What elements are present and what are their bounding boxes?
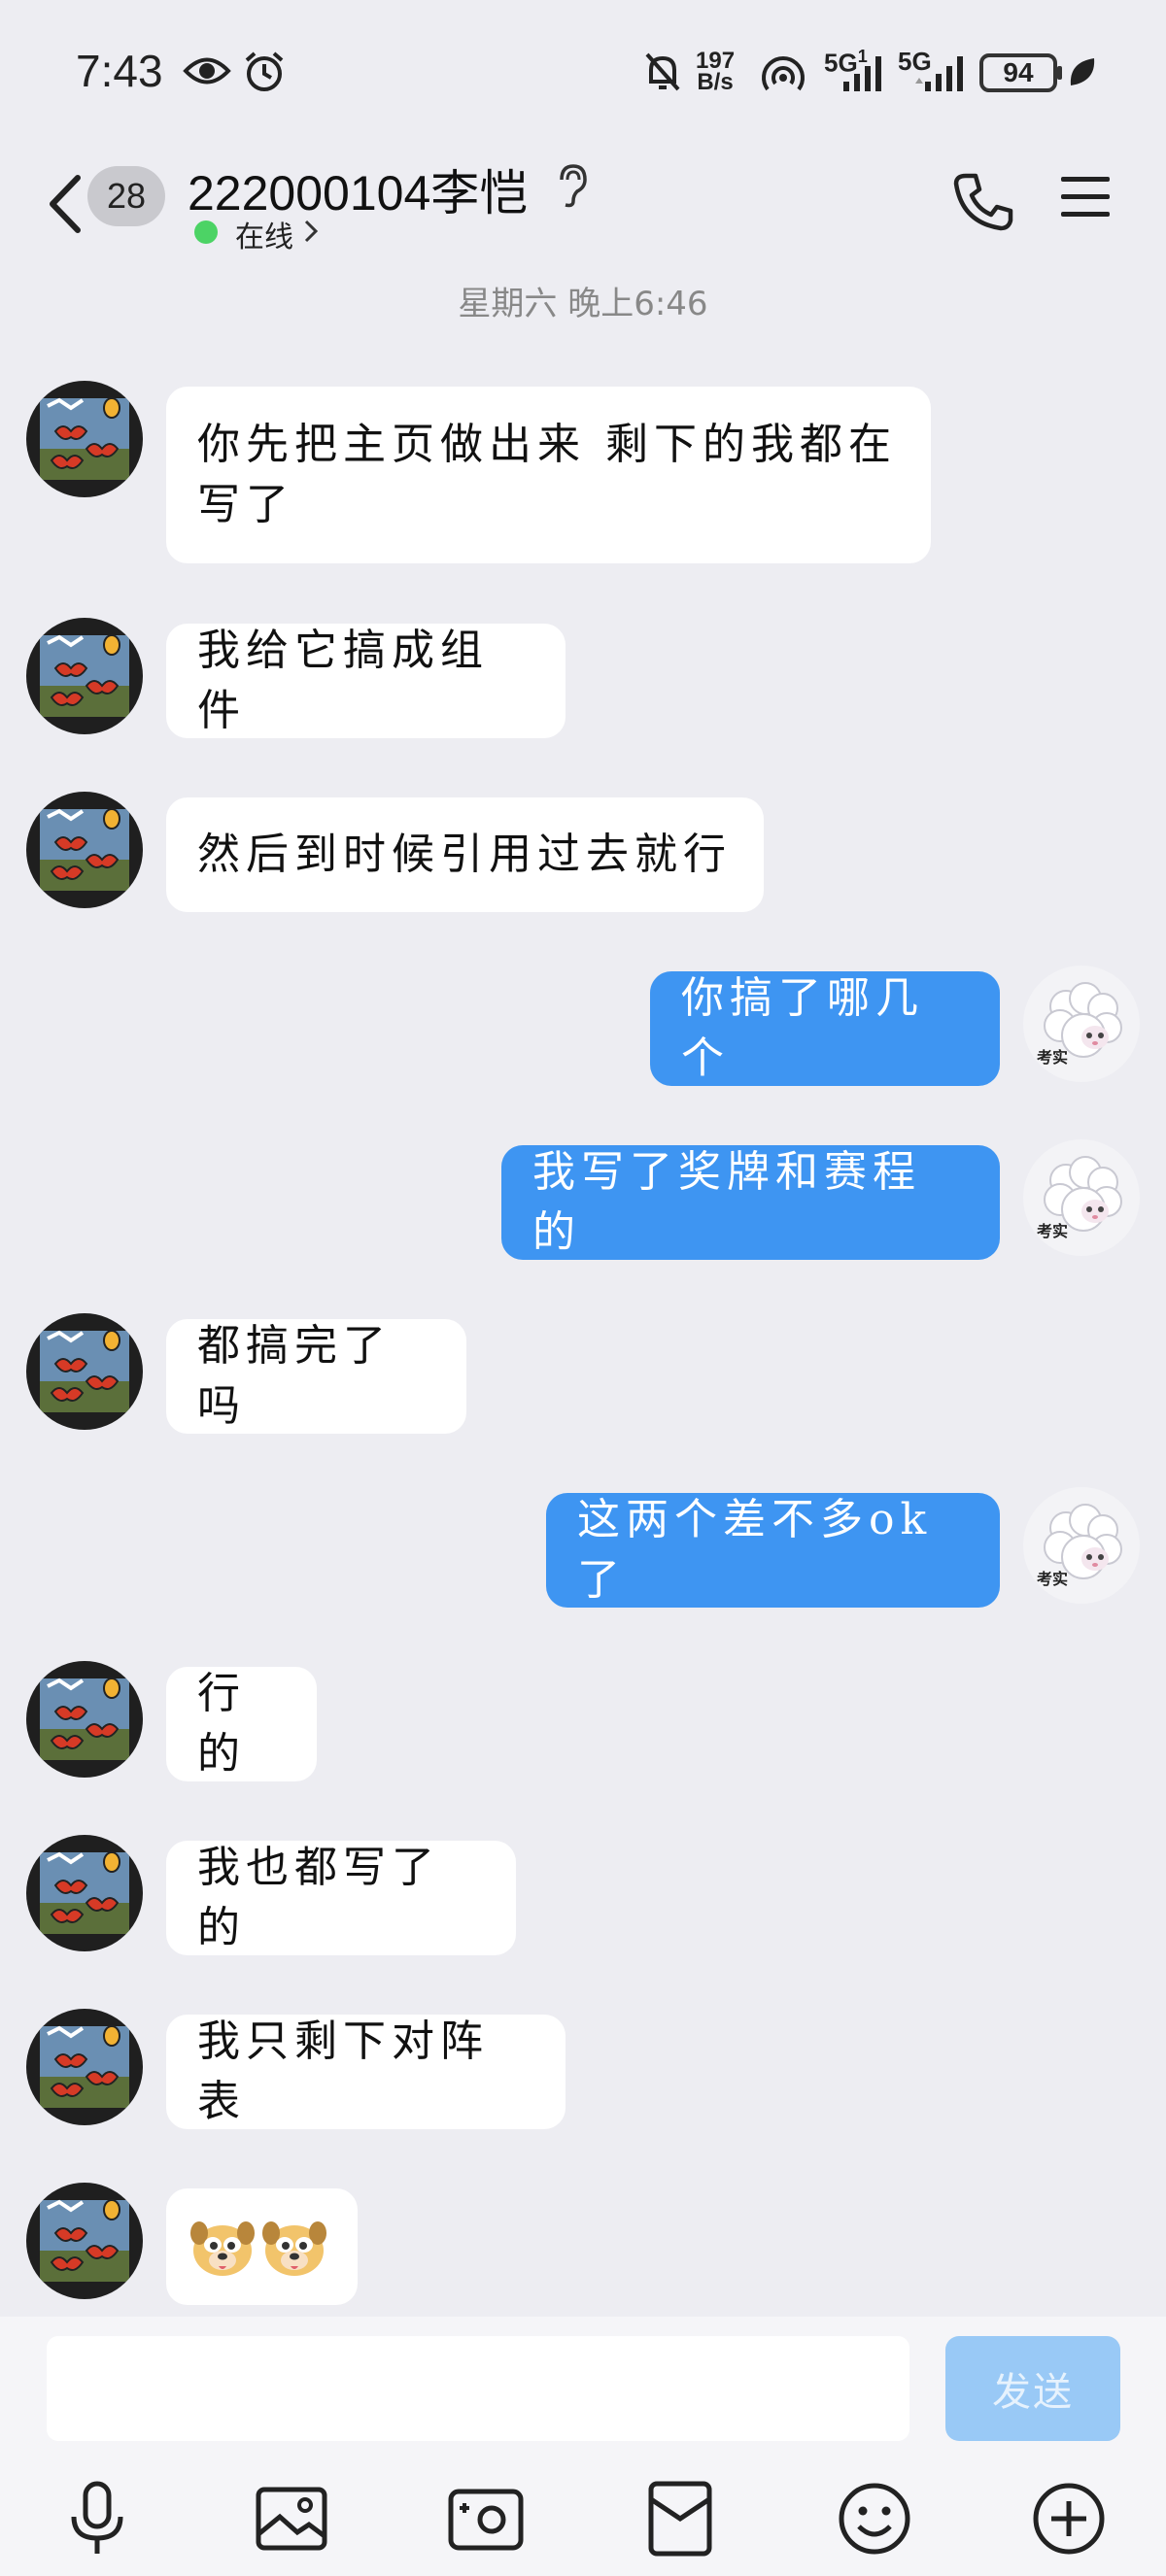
net-speed-unit: B/s (697, 69, 734, 95)
emoji-icon[interactable] (834, 2478, 915, 2559)
message-bubble[interactable]: 我也都写了的 (166, 1841, 516, 1955)
status-bar: 7:43 197 B/s 5G1 5G 94 (0, 0, 1166, 141)
contact-avatar[interactable] (26, 2009, 143, 2125)
phone-icon[interactable] (952, 170, 1014, 232)
online-indicator (194, 220, 218, 244)
status-time: 7:43 (76, 46, 163, 96)
contact-avatar[interactable] (26, 1313, 143, 1430)
ear-icon[interactable] (554, 162, 589, 209)
image-icon[interactable] (251, 2478, 332, 2559)
microphone-icon[interactable] (56, 2478, 138, 2559)
my-avatar[interactable]: 考实 (1023, 1139, 1140, 1256)
contact-avatar[interactable] (26, 618, 143, 734)
battery-icon: 94 (979, 53, 1062, 92)
camera-icon[interactable] (445, 2478, 527, 2559)
red-packet-icon[interactable] (639, 2478, 721, 2559)
unread-count-badge[interactable]: 28 (87, 166, 165, 226)
eye-icon (183, 57, 231, 85)
contact-avatar[interactable] (26, 1661, 143, 1778)
message-bubble[interactable]: 我给它搞成组件 (166, 624, 566, 738)
my-avatar[interactable]: 考实 (1023, 1487, 1140, 1604)
signal-icon (915, 56, 963, 91)
svg-text:考实: 考实 (1037, 1222, 1068, 1240)
message-bubble[interactable]: 我写了奖牌和赛程的 (501, 1145, 1000, 1260)
contact-avatar[interactable] (26, 381, 143, 497)
input-area: 发送 (0, 2317, 1166, 2576)
dog-face-sticker-icon (190, 2221, 255, 2276)
svg-text:考实: 考实 (1037, 1048, 1068, 1067)
leaf-icon (1070, 58, 1095, 85)
my-avatar[interactable]: 考实 (1023, 966, 1140, 1082)
dog-face-sticker-icon (262, 2221, 326, 2276)
message-bubble[interactable]: 这两个差不多ok了 (546, 1493, 1000, 1608)
sticker-bubble[interactable] (166, 2188, 358, 2305)
chat-timestamp: 星期六 晚上6:46 (458, 285, 708, 323)
chevron-right-icon[interactable] (303, 219, 319, 244)
plus-icon[interactable] (1028, 2478, 1110, 2559)
message-bubble[interactable]: 都搞完了吗 (166, 1319, 466, 1434)
contact-avatar[interactable] (26, 1835, 143, 1951)
message-bubble[interactable]: 行的 (166, 1667, 317, 1781)
online-status[interactable]: 在线 (235, 213, 293, 255)
message-bubble[interactable]: 然后到时候引用过去就行 (166, 797, 764, 912)
signal-icon (843, 56, 881, 91)
message-bubble[interactable]: 你搞了哪几个 (650, 971, 1000, 1086)
send-button[interactable]: 发送 (945, 2336, 1120, 2441)
hotspot-icon (762, 56, 805, 91)
message-bubble[interactable]: 你先把主页做出来 剩下的我都在写了 (166, 387, 931, 563)
svg-text:考实: 考实 (1037, 1570, 1068, 1588)
menu-icon[interactable] (1059, 175, 1112, 220)
message-input[interactable] (47, 2336, 909, 2441)
mute-bell-icon (645, 52, 680, 91)
contact-avatar[interactable] (26, 2183, 143, 2299)
net-speed: 197 B/s (696, 50, 735, 95)
contact-avatar[interactable] (26, 792, 143, 908)
alarm-icon (245, 51, 284, 91)
message-bubble[interactable]: 我只剩下对阵表 (166, 2015, 566, 2129)
chat-header: 28 222000104李恺 在线 (0, 141, 1166, 272)
